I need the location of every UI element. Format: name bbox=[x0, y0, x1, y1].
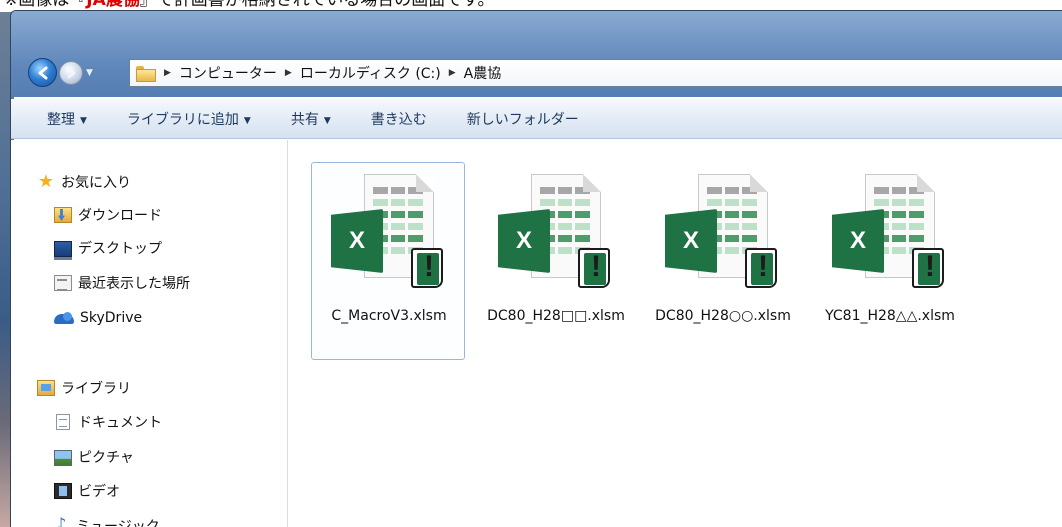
nav-pictures[interactable]: ピクチャ bbox=[54, 445, 134, 469]
star-icon: ★ bbox=[37, 171, 55, 192]
file-name: YC81_H28△△.xlsm bbox=[825, 308, 955, 324]
file-list: X C_MacroV3.xlsm X DC80_H28□□.xlsm X DC8… bbox=[289, 140, 1062, 527]
desktop-icon bbox=[54, 241, 72, 260]
warning-icon bbox=[745, 248, 777, 288]
file-item[interactable]: X DC80_H28□□.xlsm bbox=[478, 162, 632, 360]
file-name: DC80_H28○○.xlsm bbox=[655, 308, 791, 324]
library-icon bbox=[37, 380, 55, 396]
nav-desktop[interactable]: デスクトップ bbox=[54, 236, 162, 260]
nav-downloads[interactable]: ダウンロード bbox=[54, 203, 162, 227]
cloud-icon bbox=[54, 310, 74, 326]
excel-macro-icon: X bbox=[832, 173, 946, 289]
forward-arrow-icon bbox=[67, 67, 76, 79]
share-menu[interactable]: 共有 ▼ bbox=[291, 109, 331, 129]
music-icon bbox=[54, 514, 70, 527]
burn-button[interactable]: 書き込む bbox=[371, 109, 427, 129]
chevron-right-icon[interactable]: ▶ bbox=[285, 68, 292, 78]
chevron-down-icon: ▼ bbox=[243, 115, 251, 126]
breadcrumb-local-disk[interactable]: ローカルディスク (C:) bbox=[300, 63, 441, 83]
chevron-right-icon[interactable]: ▶ bbox=[449, 68, 456, 78]
picture-icon bbox=[54, 450, 72, 466]
nav-music[interactable]: ミュージック bbox=[54, 514, 160, 527]
nav-videos[interactable]: ビデオ bbox=[54, 479, 120, 503]
downloads-folder-icon bbox=[54, 207, 72, 223]
excel-macro-icon: X bbox=[498, 173, 612, 289]
breadcrumb-folder[interactable]: A農協 bbox=[464, 63, 502, 83]
chevron-down-icon: ▼ bbox=[80, 115, 87, 126]
recent-pages-dropdown[interactable]: ▼ bbox=[86, 66, 96, 80]
file-item[interactable]: X DC80_H28○○.xlsm bbox=[645, 162, 799, 360]
back-arrow-icon bbox=[38, 66, 47, 79]
add-to-library-menu[interactable]: ライブラリに追加 ▼ bbox=[127, 109, 251, 129]
chevron-right-icon[interactable]: ▶ bbox=[164, 68, 171, 78]
nav-recent-places[interactable]: 最近表示した場所 bbox=[54, 271, 190, 295]
warning-icon bbox=[578, 248, 610, 288]
nav-favorites[interactable]: ★ お気に入り bbox=[37, 170, 131, 194]
nav-libraries[interactable]: ライブラリ bbox=[37, 376, 131, 400]
folder-icon bbox=[136, 66, 156, 82]
recent-places-icon bbox=[54, 275, 72, 291]
window-titlebar: ▼ ▶ コンピューター ▶ ローカルディスク (C:) ▶ A農協 bbox=[11, 11, 1062, 97]
file-item[interactable]: X C_MacroV3.xlsm bbox=[311, 162, 465, 360]
command-toolbar: 整理 ▼ ライブラリに追加 ▼ 共有 ▼ 書き込む 新しいフォルダー bbox=[11, 99, 1062, 139]
nav-skydrive[interactable]: SkyDrive bbox=[54, 306, 142, 330]
forward-button[interactable] bbox=[59, 61, 83, 85]
caption-highlight: JA農協 bbox=[86, 0, 140, 10]
file-name: C_MacroV3.xlsm bbox=[331, 308, 447, 324]
chevron-down-icon: ▼ bbox=[323, 115, 331, 126]
document-icon bbox=[56, 414, 70, 430]
navigation-pane: ★ お気に入り ダウンロード デスクトップ 最近表示した場所 SkyDrive ラ… bbox=[11, 140, 288, 527]
file-name: DC80_H28□□.xlsm bbox=[487, 308, 625, 324]
back-button[interactable] bbox=[28, 58, 57, 87]
nav-documents[interactable]: ドキュメント bbox=[54, 410, 162, 434]
file-item[interactable]: X YC81_H28△△.xlsm bbox=[812, 162, 966, 360]
excel-macro-icon: X bbox=[665, 173, 779, 289]
excel-macro-icon: X bbox=[331, 173, 445, 289]
video-icon bbox=[54, 483, 72, 499]
organize-menu[interactable]: 整理 ▼ bbox=[47, 109, 87, 129]
new-folder-button[interactable]: 新しいフォルダー bbox=[467, 109, 579, 129]
address-bar[interactable]: ▶ コンピューター ▶ ローカルディスク (C:) ▶ A農協 bbox=[129, 59, 1062, 87]
warning-icon bbox=[912, 248, 944, 288]
explorer-window: ▼ ▶ コンピューター ▶ ローカルディスク (C:) ▶ A農協 整理 ▼ ライ… bbox=[10, 10, 1062, 527]
warning-icon bbox=[411, 248, 443, 288]
breadcrumb-computer[interactable]: コンピューター bbox=[179, 63, 277, 83]
